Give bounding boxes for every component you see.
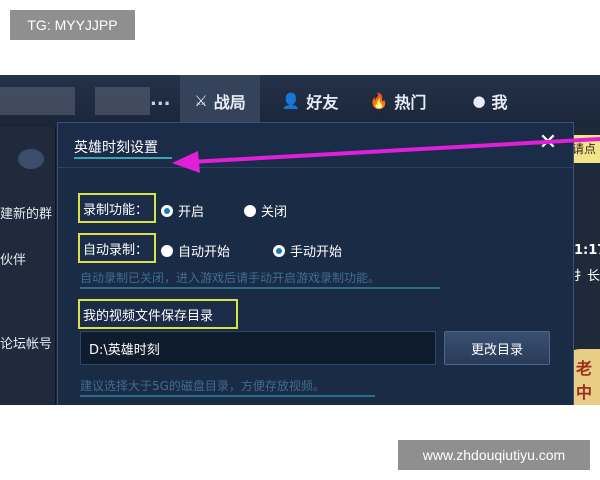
record-function-label: 录制功能： xyxy=(78,193,156,223)
hint-underline xyxy=(80,395,375,397)
tab-hot[interactable]: 🔥 热门 xyxy=(358,75,438,127)
radio-manual-start-label: 手动开始 xyxy=(290,245,343,260)
right-panel-time: 1:17 xyxy=(574,243,600,258)
directory-path-field[interactable]: D:\英雄时刻 xyxy=(80,331,436,365)
tab-battle[interactable]: ⚔ 战局 xyxy=(180,75,260,127)
save-directory-label: 我的视频文件保存目录 xyxy=(78,299,238,329)
change-directory-button[interactable]: 更改目录 xyxy=(444,331,550,365)
blurred-username xyxy=(95,87,150,115)
left-sidebar: 建新的群 伙伴 论坛帐号 xyxy=(0,127,56,405)
watermark-top: TG: MYYJJPP xyxy=(10,10,135,40)
crossed-swords-icon: ⚔ xyxy=(194,92,208,110)
radio-auto-start-label: 自动开始 xyxy=(178,245,231,260)
radio-record-on[interactable]: 开启 xyxy=(161,201,204,220)
radio-record-off-label: 关闭 xyxy=(261,205,288,220)
tab-friends[interactable]: 👤 好友 xyxy=(270,75,350,127)
auto-record-label: 自动录制： xyxy=(78,233,156,263)
overflow-dots[interactable]: ... xyxy=(150,89,171,110)
radio-unselected-icon xyxy=(161,244,173,257)
directory-hint: 建议选择大于5G的磁盘目录，方便存放视频。 xyxy=(80,379,325,393)
radio-manual-start[interactable]: 手动开始 xyxy=(273,241,342,260)
radio-selected-icon xyxy=(273,244,285,257)
auto-record-hint: 自动录制已关闭，进入游戏后请手动开启游戏录制功能。 xyxy=(80,271,381,285)
mascot-text: 老中 xyxy=(576,359,593,402)
hint-underline xyxy=(80,287,440,289)
blurred-avatar xyxy=(0,87,75,115)
radio-auto-start[interactable]: 自动开始 xyxy=(161,241,230,260)
radio-unselected-icon xyxy=(244,204,256,217)
tab-friends-label: 好友 xyxy=(306,93,339,112)
magenta-pointer-arrow-icon xyxy=(172,137,600,173)
sidebar-item-forum-account[interactable]: 论坛帐号 xyxy=(0,333,52,352)
dialog-title: 英雄时刻设置 xyxy=(74,140,158,156)
right-panel-text: 扌长 xyxy=(574,269,600,284)
user-circle-icon: ● xyxy=(472,92,486,110)
person-icon: 👤 xyxy=(281,92,301,110)
tab-me-label: 我 xyxy=(491,93,508,112)
flame-icon: 🔥 xyxy=(369,92,389,110)
sidebar-item-partners[interactable]: 伙伴 xyxy=(0,249,26,268)
tab-battle-label: 战局 xyxy=(213,93,246,112)
radio-record-on-label: 开启 xyxy=(178,205,205,220)
radio-record-off[interactable]: 关闭 xyxy=(244,201,287,220)
radio-selected-icon xyxy=(161,204,173,217)
tab-me[interactable]: ● 我 xyxy=(455,75,525,127)
sidebar-item-new-group[interactable]: 建新的群 xyxy=(0,203,52,222)
app-screenshot: ... ⚔ 战局 👤 好友 🔥 热门 ● 我 建新的群 伙伴 论坛帐号 请点 1… xyxy=(0,75,600,405)
title-underline xyxy=(74,157,172,159)
watermark-bottom: www.zhdouqiutiyu.com xyxy=(398,440,590,470)
chat-bubble-icon[interactable] xyxy=(18,149,44,169)
top-nav-bar: ... ⚔ 战局 👤 好友 🔥 热门 ● 我 xyxy=(0,75,600,127)
tab-hot-label: 热门 xyxy=(394,93,427,112)
